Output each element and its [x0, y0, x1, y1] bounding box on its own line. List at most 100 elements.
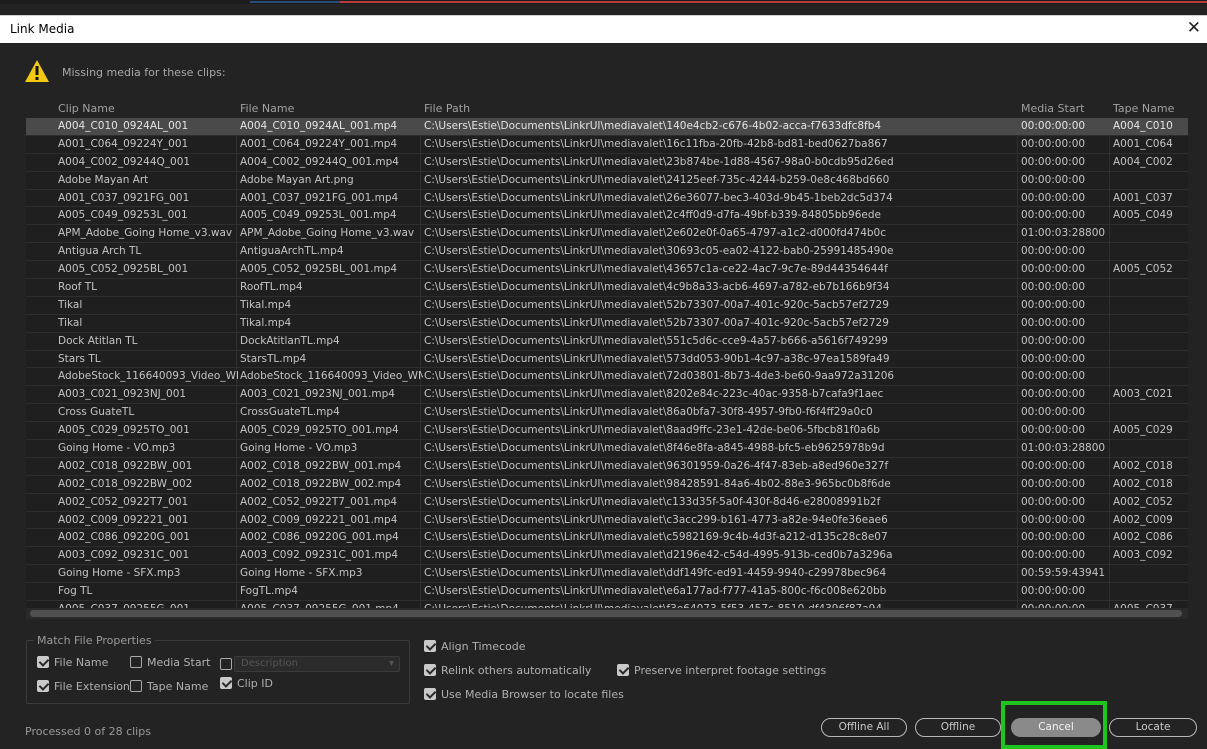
cell-file-name: RoofTL.mp4 — [240, 281, 303, 294]
table-row[interactable]: A002_C018_0922BW_002 A002_C018_0922BW_002… — [26, 476, 1188, 494]
table-row[interactable]: Tikal Tikal.mp4 C:\Users\Estie\Documents\L… — [26, 297, 1188, 315]
file-name-checkbox[interactable]: File Name — [37, 656, 108, 669]
table-row[interactable]: Going Home - SFX.mp3 Going Home - SFX.mp3… — [26, 565, 1188, 584]
cell-media-start: 00:00:00:00 — [1021, 191, 1086, 204]
cell-file-name: A001_C037_0921FG_001.mp4 — [240, 191, 399, 204]
cell-file-name: Going Home - SFX.mp3 — [240, 567, 363, 580]
tape-name-checkbox[interactable]: Tape Name — [130, 680, 208, 693]
checkbox-checked-icon — [220, 677, 232, 689]
description-dropdown[interactable]: Description ▾ — [234, 656, 400, 672]
cell-tape-name: A003_C021 — [1113, 388, 1173, 401]
cancel-highlight-box — [1001, 701, 1107, 749]
table-row[interactable]: A005_C037_09255G_001A005_C037_09255G_001… — [26, 601, 1188, 608]
cell-file-path: C:\Users\Estie\Documents\LinkrUI\mediava… — [424, 370, 895, 383]
cell-clip-name: A002_C086_09220G_001 — [58, 531, 190, 544]
checkbox-unchecked-icon — [130, 680, 142, 692]
table-row[interactable]: A004_C010_0924AL_001 A004_C010_0924AL_001… — [26, 118, 1188, 136]
cell-clip-name: A002_C018_0922BW_001 — [58, 459, 193, 472]
cell-media-start: 00:00:00:00 — [1021, 120, 1086, 132]
cell-media-start: 00:00:00:00 — [1021, 477, 1086, 490]
header-media-start[interactable]: Media Start — [1021, 102, 1084, 115]
cell-clip-name: Tikal — [58, 298, 83, 311]
cell-clip-name: Going Home - SFX.mp3 — [58, 567, 181, 580]
table-row[interactable]: A002_C018_0922BW_001 A002_C018_0922BW_001… — [26, 458, 1188, 476]
description-dropdown-value: Description — [241, 658, 298, 669]
table-row[interactable]: Adobe Mayan Art Adobe Mayan Art.png C:\Use… — [26, 172, 1188, 190]
table-row[interactable]: A001_C064_09224Y_001 A001_C064_09224Y_001… — [26, 136, 1188, 154]
relink-others-checkbox[interactable]: Relink others automatically — [424, 664, 591, 677]
use-media-browser-checkbox[interactable]: Use Media Browser to locate files — [424, 688, 624, 701]
scrollbar-thumb[interactable] — [30, 610, 1182, 617]
cell-clip-name: Fog TL — [58, 585, 93, 598]
align-timecode-checkbox[interactable]: Align Timecode — [424, 640, 526, 653]
checkbox-unchecked-icon — [220, 658, 232, 670]
match-properties-title: Match File Properties — [34, 634, 155, 647]
table-row[interactable]: A005_C049_09253L_001 A005_C049_09253L_001… — [26, 207, 1188, 226]
table-row[interactable]: A001_C037_0921FG_001 A001_C037_0921FG_001… — [26, 190, 1188, 208]
cell-file-path: C:\Users\Estie\Documents\LinkrUI\mediava… — [424, 495, 881, 508]
table-row[interactable]: APM_Adobe_Going Home_v3.wav APM_Adobe_Goi… — [26, 225, 1188, 244]
cell-file-name: APM_Adobe_Going Home_v3.wav — [240, 227, 415, 240]
table-row[interactable]: Dock Atitlan TL DockAtitlanTL.mp4 C:\Users… — [26, 333, 1188, 351]
cell-file-name: A002_C052_0922T7_001.mp4 — [240, 495, 398, 508]
header-tape-name[interactable]: Tape Name — [1113, 102, 1174, 115]
preserve-interpret-checkbox[interactable]: Preserve interpret footage settings — [617, 664, 826, 677]
cell-media-start: 00:00:00:00 — [1021, 388, 1086, 401]
table-row[interactable]: A002_C052_0922T7_001 A002_C052_0922T7_001… — [26, 494, 1188, 512]
cell-file-name: DockAtitlanTL.mp4 — [240, 334, 340, 347]
table-row[interactable]: A002_C009_092221_001 A002_C009_092221_001… — [26, 512, 1188, 530]
locate-button[interactable]: Locate — [1109, 718, 1197, 737]
file-extension-label: File Extension — [54, 680, 130, 693]
cell-media-start: 00:00:00:00 — [1021, 137, 1086, 150]
cell-file-name: Going Home - VO.mp3 — [240, 442, 358, 455]
horizontal-scrollbar[interactable] — [26, 608, 1188, 619]
cell-tape-name: A004_C002 — [1113, 155, 1173, 168]
table-row[interactable]: A003_C021_0923NJ_001 A003_C021_0923NJ_001… — [26, 386, 1188, 405]
cell-media-start: 00:00:00:00 — [1021, 459, 1086, 472]
table-row[interactable]: Cross GuateTL CrossGuateTL.mp4 C:\Users\Es… — [26, 404, 1188, 423]
clip-id-checkbox[interactable]: Clip ID — [220, 677, 273, 690]
table-row[interactable]: Tikal Tikal.mp4 C:\Users\Estie\Documents\L… — [26, 315, 1188, 333]
offline-all-button[interactable]: Offline All — [821, 718, 907, 737]
cell-file-path: C:\Users\Estie\Documents\LinkrUI\mediava… — [424, 459, 889, 472]
cell-file-name: A005_C052_0925BL_001.mp4 — [240, 263, 398, 276]
table-row[interactable]: A002_C086_09220G_001 A002_C086_09220G_001… — [26, 529, 1188, 548]
table-row[interactable]: Stars TL StarsTL.mp4 C:\Users\Estie\Docume… — [26, 351, 1188, 369]
header-file-path[interactable]: File Path — [424, 102, 470, 115]
checkbox-checked-icon — [37, 680, 49, 692]
cell-clip-name: Cross GuateTL — [58, 406, 135, 419]
header-clip-name[interactable]: Clip Name — [58, 102, 115, 115]
cell-clip-name: A001_C064_09224Y_001 — [58, 137, 189, 150]
table-row[interactable]: Fog TL FogTL.mp4 C:\Users\Estie\Documents\… — [26, 583, 1188, 602]
cell-media-start: 00:00:00:00 — [1021, 245, 1086, 258]
table-row[interactable]: Roof TL RoofTL.mp4 C:\Users\Estie\Document… — [26, 279, 1188, 297]
cell-file-path: C:\Users\Estie\Documents\LinkrUI\mediava… — [424, 155, 894, 168]
cell-file-path: C:\Users\Estie\Documents\LinkrUI\mediava… — [424, 173, 890, 186]
file-extension-checkbox[interactable]: File Extension — [37, 680, 130, 693]
cell-file-path: C:\Users\Estie\Documents\LinkrUI\mediava… — [424, 352, 890, 365]
media-start-checkbox[interactable]: Media Start — [130, 656, 210, 669]
cell-clip-name: Adobe Mayan Art — [58, 173, 149, 186]
table-row[interactable]: A005_C052_0925BL_001 A005_C052_0925BL_001… — [26, 261, 1188, 280]
relink-others-label: Relink others automatically — [441, 664, 592, 677]
window-top-accent — [0, 0, 1207, 4]
cell-media-start: 00:00:00:00 — [1021, 424, 1086, 437]
cell-file-path: C:\Users\Estie\Documents\LinkrUI\mediava… — [424, 442, 885, 455]
table-row[interactable]: Going Home - VO.mp3 Going Home - VO.mp3 C:… — [26, 440, 1188, 458]
cell-file-name: AdobeStock_116640093_Video_WM.mp4 — [240, 370, 423, 383]
header-file-name[interactable]: File Name — [240, 102, 294, 115]
offline-button[interactable]: Offline — [915, 718, 1001, 737]
table-row[interactable]: A003_C092_09231C_001 A003_C092_09231C_001… — [26, 547, 1188, 566]
table-row[interactable]: A005_C029_0925TO_001 A005_C029_0925TO_001… — [26, 422, 1188, 441]
close-icon[interactable]: ✕ — [1187, 18, 1201, 38]
table-row[interactable]: AdobeStock_116640093_Video_WM AdobeStock_… — [26, 368, 1188, 387]
table-row[interactable]: A004_C002_09244Q_001 A004_C002_09244Q_001… — [26, 154, 1188, 172]
cell-media-start: 00:00:00:00 — [1021, 316, 1086, 329]
cell-media-start: 00:00:00:00 — [1021, 549, 1086, 562]
cell-clip-name: A004_C010_0924AL_001 — [58, 120, 189, 132]
checkbox-checked-icon — [424, 640, 436, 652]
clip-table[interactable]: A004_C010_0924AL_001 A004_C010_0924AL_001… — [26, 118, 1188, 608]
table-row[interactable]: Antigua Arch TL AntiguaArchTL.mp4 C:\Users… — [26, 243, 1188, 262]
cell-file-path: C:\Users\Estie\Documents\LinkrUI\mediava… — [424, 477, 891, 490]
cell-clip-name: APM_Adobe_Going Home_v3.wav — [58, 227, 233, 240]
